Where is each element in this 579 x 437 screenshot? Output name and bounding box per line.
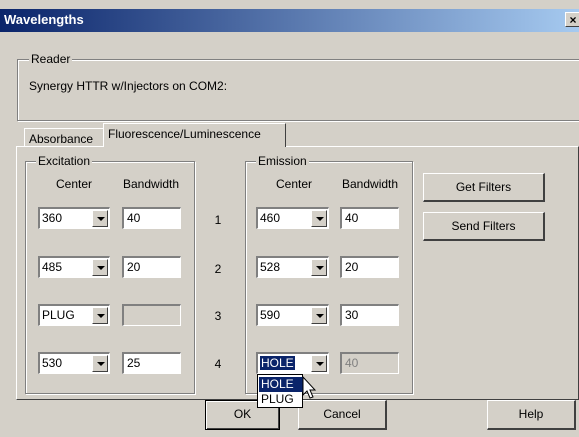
excitation-center-select-3[interactable]: PLUG [38, 304, 110, 326]
excitation-bandwidth-input-4[interactable]: 25 [122, 352, 181, 374]
emission-center-dropdown-list: HOLE PLUG [257, 374, 303, 408]
excitation-bandwidth-value: 25 [127, 356, 141, 370]
row-number-3: 3 [214, 309, 222, 323]
emission-bandwidth-value: 30 [345, 308, 359, 322]
mouse-cursor-icon [302, 376, 317, 399]
emission-legend: Emission [256, 154, 309, 168]
excitation-bandwidth-input-3 [122, 304, 181, 326]
cancel-label: Cancel [323, 407, 361, 421]
chevron-down-icon[interactable] [92, 355, 108, 372]
window-title: Wavelengths [4, 12, 84, 27]
close-icon: × [569, 13, 577, 27]
emission-center-value: HOLE [260, 356, 295, 370]
row-number-2: 2 [214, 262, 222, 276]
emission-bandwidth-value: 20 [345, 260, 359, 274]
tab-fluorescence-label: Fluorescence/Luminescence [108, 127, 261, 141]
row-number-4: 4 [214, 357, 222, 371]
dropdown-option-plug[interactable]: PLUG [259, 392, 303, 407]
emission-center-value: 528 [260, 260, 281, 274]
help-button[interactable]: Help [487, 400, 576, 430]
get-filters-label: Get Filters [455, 180, 512, 194]
get-filters-button[interactable]: Get Filters [423, 173, 545, 202]
title-bar[interactable]: Wavelengths × [0, 9, 579, 32]
close-button[interactable]: × [565, 12, 579, 27]
tab-absorbance[interactable]: Absorbance [24, 128, 104, 146]
wavelengths-dialog: Wavelengths × Reader Synergy HTTR w/Inje… [0, 0, 579, 437]
excitation-center-value: 485 [42, 260, 63, 274]
send-filters-button[interactable]: Send Filters [423, 212, 545, 241]
emission-center-value: 590 [260, 308, 281, 322]
chevron-down-icon[interactable] [92, 259, 108, 276]
emission-bandwidth-input-1[interactable]: 40 [340, 207, 399, 229]
excitation-bandwidth-header: Bandwidth [123, 177, 180, 191]
emission-center-select-2[interactable]: 528 [256, 256, 329, 278]
emission-bandwidth-input-2[interactable]: 20 [340, 256, 399, 278]
dropdown-option-hole[interactable]: HOLE [259, 377, 303, 392]
excitation-center-header: Center [56, 177, 93, 191]
tab-absorbance-label: Absorbance [29, 132, 94, 146]
emission-center-value: 460 [260, 211, 281, 225]
reader-legend: Reader [29, 52, 73, 66]
send-filters-label: Send Filters [451, 219, 516, 233]
emission-center-select-4[interactable]: HOLE [256, 352, 329, 374]
reader-description: Synergy HTTR w/Injectors on COM2: [29, 79, 228, 93]
chevron-down-icon[interactable] [92, 210, 108, 227]
emission-center-header: Center [276, 177, 313, 191]
excitation-center-select-2[interactable]: 485 [38, 256, 110, 278]
excitation-center-value: 530 [42, 356, 63, 370]
chevron-down-icon[interactable] [311, 210, 327, 227]
chevron-down-icon[interactable] [311, 259, 327, 276]
emission-bandwidth-value: 40 [345, 356, 359, 370]
chevron-down-icon[interactable] [311, 307, 327, 324]
chevron-down-icon[interactable] [92, 307, 108, 324]
emission-center-select-1[interactable]: 460 [256, 207, 329, 229]
excitation-legend: Excitation [36, 154, 93, 168]
emission-bandwidth-input-3[interactable]: 30 [340, 304, 399, 326]
emission-center-select-3[interactable]: 590 [256, 304, 329, 326]
row-number-1: 1 [214, 213, 222, 227]
excitation-bandwidth-input-2[interactable]: 20 [122, 256, 181, 278]
emission-bandwidth-header: Bandwidth [342, 177, 399, 191]
emission-bandwidth-input-4: 40 [340, 352, 399, 374]
tab-fluorescence[interactable]: Fluorescence/Luminescence [103, 123, 286, 147]
excitation-bandwidth-input-1[interactable]: 40 [122, 207, 181, 229]
chevron-down-icon[interactable] [311, 355, 327, 372]
ok-label: OK [233, 407, 252, 421]
excitation-bandwidth-value: 20 [127, 260, 141, 274]
excitation-center-select-4[interactable]: 530 [38, 352, 110, 374]
excitation-center-value: 360 [42, 211, 63, 225]
help-label: Help [518, 407, 544, 421]
excitation-bandwidth-value: 40 [127, 211, 141, 225]
excitation-center-select-1[interactable]: 360 [38, 207, 110, 229]
emission-bandwidth-value: 40 [345, 211, 359, 225]
excitation-center-value: PLUG [42, 308, 75, 322]
cancel-button[interactable]: Cancel [298, 400, 387, 430]
